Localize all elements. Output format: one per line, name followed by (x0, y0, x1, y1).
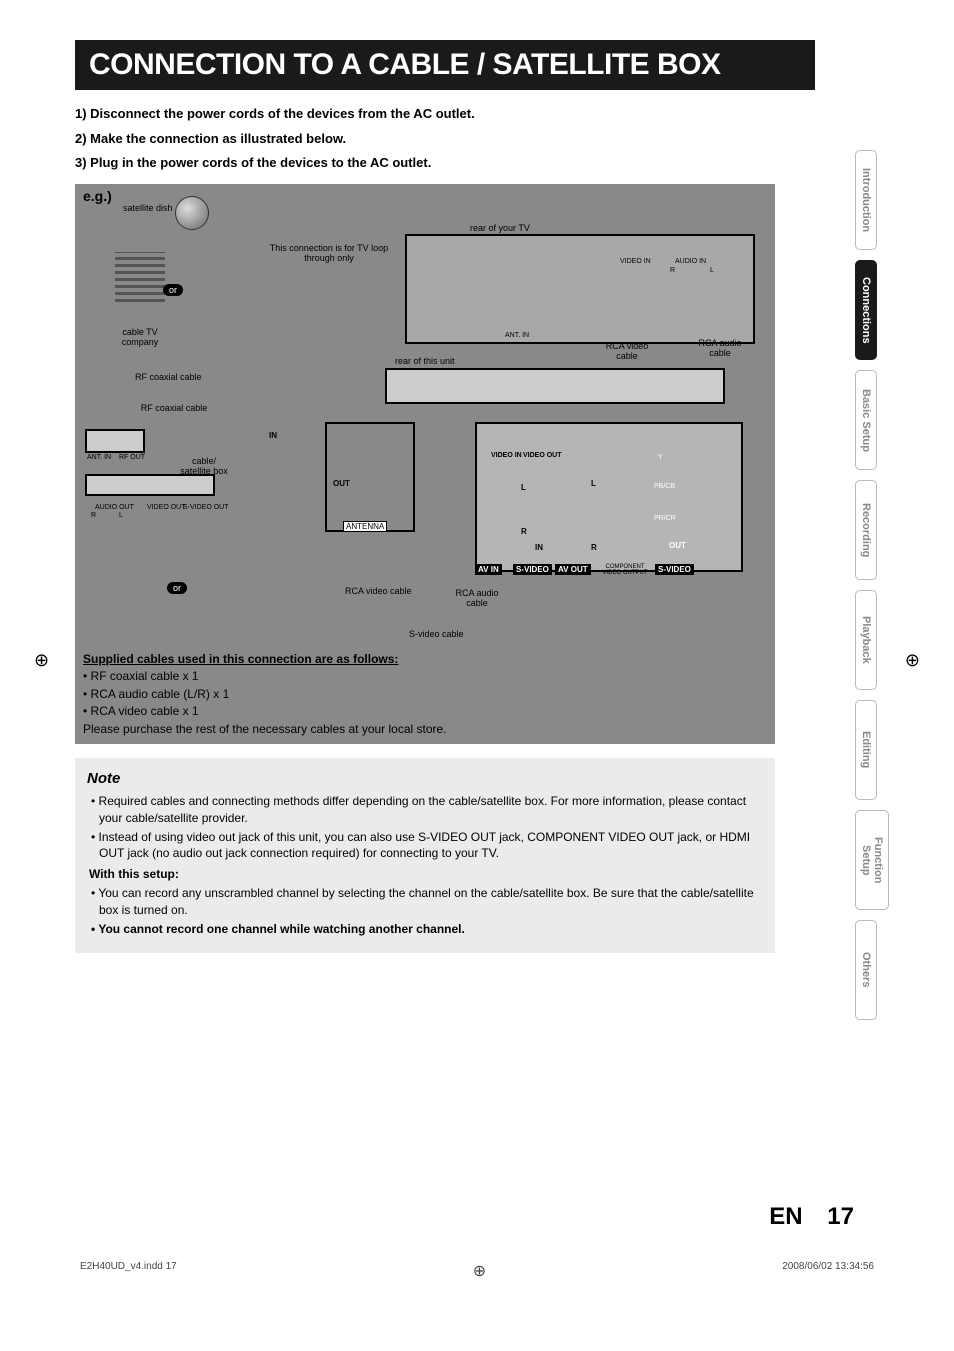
rf-coax2-label: RF coaxial cable (139, 404, 209, 414)
step-3: 3) Plug in the power cords of the device… (75, 151, 875, 176)
r-port-label: R (521, 528, 527, 537)
y-label: Y (658, 454, 663, 462)
antenna-label: ANTENNA (343, 521, 387, 532)
in-label: IN (269, 432, 277, 441)
box-front-shape (85, 474, 215, 496)
rca-video-top-label: RCA video cable (597, 342, 657, 362)
tab-playback[interactable]: Playback (855, 590, 877, 690)
rf-coax1-label: RF coaxial cable (135, 373, 202, 383)
step-2: 2) Make the connection as illustrated be… (75, 127, 875, 152)
rca-audio-top-label: RCA audio cable (690, 339, 750, 359)
audio-out-l: L (119, 512, 123, 520)
component-label: COMPONENT VIDEO OUTPUT (600, 564, 650, 576)
audio-in-label: AUDIO IN (675, 258, 706, 266)
eg-label: e.g.) (83, 188, 112, 204)
svideo-out-box-label: S-VIDEO OUT (183, 504, 229, 512)
tab-basic-setup[interactable]: Basic Setup (855, 370, 877, 470)
foot-line: E2H40UD_v4.indd 17 ⊕ 2008/06/02 13:34:56 (80, 1261, 874, 1281)
rca-video-bottom-label: RCA video cable (345, 587, 412, 597)
tab-recording[interactable]: Recording (855, 480, 877, 580)
in-port-label: IN (535, 544, 543, 553)
crop-mark-left: ⊕ (34, 650, 49, 671)
page-title: CONNECTION TO A CABLE / SATELLITE BOX (75, 40, 815, 90)
rear-tv-label: rear of your TV (470, 224, 530, 234)
out-label: OUT (333, 480, 350, 489)
side-tabs: Introduction Connections Basic Setup Rec… (855, 150, 879, 1030)
cable-sat-box-shape (325, 422, 415, 532)
supplied-item-2: • RCA audio cable (L/R) x 1 (83, 686, 767, 703)
ant-in-tv-label: ANT. IN (505, 332, 529, 340)
page-content: CONNECTION TO A CABLE / SATELLITE BOX 1)… (75, 40, 875, 953)
audio-out-label: AUDIO OUT (95, 504, 134, 512)
tab-function-setup[interactable]: Function Setup (855, 810, 889, 910)
rf-out-label: RF OUT (119, 454, 145, 462)
l-port2-label: L (591, 480, 596, 489)
av-in-label: AV IN (475, 564, 502, 575)
note-item-1: Required cables and connecting methods d… (91, 793, 763, 827)
unit-rear-shape (385, 368, 725, 404)
tab-introduction[interactable]: Introduction (855, 150, 877, 250)
note-box: Note Required cables and connecting meth… (75, 758, 775, 953)
audio-out-r: R (91, 512, 96, 520)
satellite-dish-icon (175, 196, 209, 230)
supplied-title: Supplied cables used in this connection … (83, 651, 767, 668)
satellite-dish-label: satellite dish (123, 204, 173, 214)
crop-mark-bottom: ⊕ (473, 1261, 486, 1281)
page-number: 17 (827, 1203, 854, 1230)
note-item-4: You cannot record one channel while watc… (91, 921, 763, 938)
rear-unit-label: rear of this unit (395, 357, 455, 367)
file-name: E2H40UD_v4.indd 17 (80, 1261, 177, 1281)
cable-company-icon (115, 252, 165, 302)
supplied-extra: Please purchase the rest of the necessar… (83, 721, 767, 738)
tab-connections[interactable]: Connections (855, 260, 877, 360)
video-out-port-label: VIDEO OUT (523, 452, 562, 460)
video-in-label: VIDEO IN (620, 258, 651, 266)
with-setup-label: With this setup: (89, 866, 763, 883)
or-label-2: or (167, 582, 187, 594)
or-label-1: or (163, 284, 183, 296)
tab-editing[interactable]: Editing (855, 700, 877, 800)
cable-company-label: cable TV company (105, 328, 175, 348)
svideo-right-label: S-VIDEO (655, 564, 694, 575)
note-item-3: You can record any unscrambled channel b… (91, 885, 763, 919)
l-port-label: L (521, 484, 526, 493)
av-out-label: AV OUT (555, 564, 591, 575)
svideo-cable-bottom-label: S-video cable (409, 630, 464, 640)
file-timestamp: 2008/06/02 13:34:56 (782, 1261, 874, 1281)
video-out-box-label: VIDEO OUT (147, 504, 186, 512)
video-in-port-label: VIDEO IN (491, 452, 522, 460)
tv-rear-shape (405, 234, 755, 344)
note-item-2: Instead of using video out jack of this … (91, 829, 763, 863)
prcr-label: PR/CR (654, 515, 676, 523)
rca-audio-bottom-label: RCA audio cable (447, 589, 507, 609)
connection-diagram: e.g.) satellite dish cable TV company or… (75, 184, 775, 644)
r-port2-label: R (591, 544, 597, 553)
ant-in-splitter-label: ANT. IN (87, 454, 111, 462)
svideo-label: S-VIDEO (513, 564, 552, 575)
supplied-cables-box: Supplied cables used in this connection … (75, 644, 775, 744)
note-title: Note (87, 768, 763, 789)
step-1: 1) Disconnect the power cords of the dev… (75, 102, 875, 127)
supplied-item-1: • RF coaxial cable x 1 (83, 668, 767, 685)
supplied-item-3: • RCA video cable x 1 (83, 703, 767, 720)
unit-ports-shape (475, 422, 743, 572)
instruction-steps: 1) Disconnect the power cords of the dev… (75, 102, 875, 176)
out-port-right-label: OUT (669, 542, 686, 551)
pbcb-label: PB/CB (654, 483, 675, 491)
page-footer: EN 17 (769, 1203, 854, 1231)
tab-others[interactable]: Others (855, 920, 877, 1020)
audio-l-label: L (710, 267, 714, 275)
splitter-shape (85, 429, 145, 453)
loop-through-label: This connection is for TV loop through o… (269, 244, 389, 264)
crop-mark-right: ⊕ (905, 650, 920, 671)
audio-r-label: R (670, 267, 675, 275)
lang-code: EN (769, 1203, 802, 1230)
